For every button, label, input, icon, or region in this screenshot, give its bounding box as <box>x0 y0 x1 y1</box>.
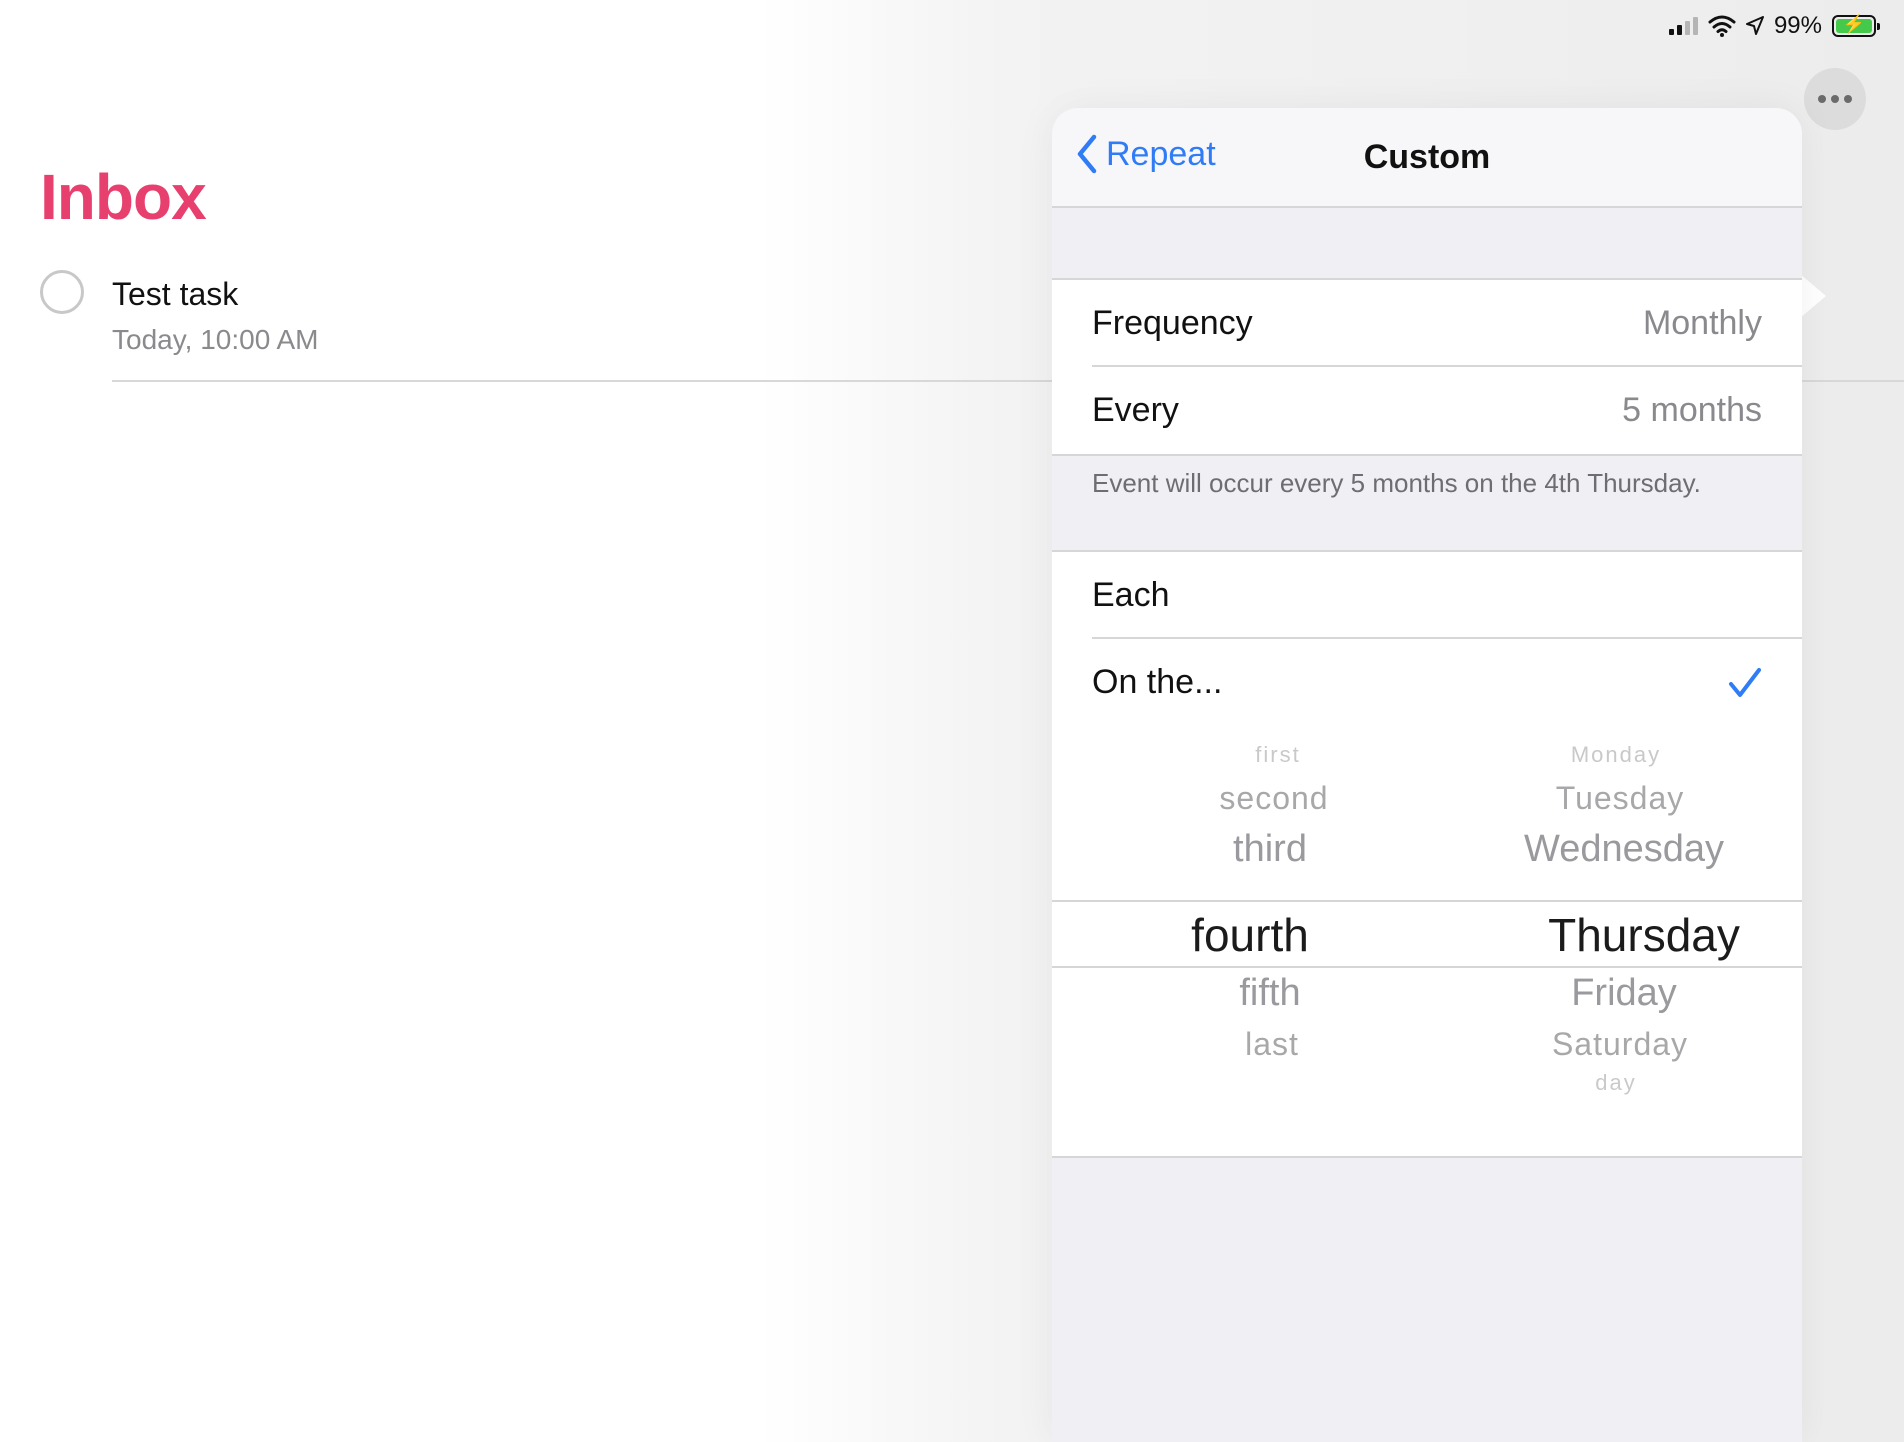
charging-bolt-icon: ⚡ <box>1842 14 1866 34</box>
picker-selected-option[interactable]: Thursday <box>1548 908 1740 962</box>
recurrence-summary: Event will occur every 5 months on the 4… <box>1092 468 1701 498</box>
ordinal-weekday-picker[interactable]: first second third fourth fifth last Mon… <box>1052 724 1802 1158</box>
picker-selected-option[interactable]: fourth <box>1191 908 1309 962</box>
picker-option[interactable]: second <box>1219 780 1328 817</box>
picker-option[interactable]: third <box>1233 828 1307 871</box>
frequency-group: Frequency Monthly Every 5 months <box>1052 278 1802 456</box>
picker-option[interactable]: fifth <box>1239 972 1300 1015</box>
mode-option-label: Each <box>1092 576 1170 614</box>
location-icon <box>1745 16 1764 35</box>
mode-option-on-the[interactable]: On the... <box>1052 639 1802 726</box>
battery-icon: ⚡ <box>1832 14 1880 37</box>
every-label: Every <box>1092 391 1179 429</box>
picker-option[interactable]: Saturday <box>1552 1026 1688 1063</box>
more-options-button[interactable] <box>1804 68 1866 130</box>
frequency-label: Frequency <box>1092 304 1253 342</box>
every-value: 5 months <box>1622 391 1762 429</box>
picker-option[interactable]: Monday <box>1571 742 1661 768</box>
picker-option[interactable]: day <box>1595 1070 1636 1096</box>
frequency-row[interactable]: Frequency Monthly <box>1052 280 1802 367</box>
popover-nav-bar: Repeat Custom <box>1052 108 1802 208</box>
task-title[interactable]: Test task <box>112 276 238 313</box>
custom-repeat-popover: Repeat Custom Frequency Monthly Every 5 … <box>1052 108 1802 1442</box>
status-bar: 99% ⚡ <box>1668 8 1880 44</box>
task-due-date: Today, 10:00 AM <box>112 324 319 355</box>
frequency-value: Monthly <box>1642 304 1762 342</box>
task-complete-checkbox[interactable] <box>40 270 84 314</box>
picker-option[interactable]: Wednesday <box>1524 828 1724 871</box>
popover-title: Custom <box>1363 138 1491 176</box>
signal-icon <box>1668 17 1698 35</box>
picker-option[interactable]: Tuesday <box>1556 780 1685 817</box>
wifi-icon <box>1708 15 1736 37</box>
every-row[interactable]: Every 5 months <box>1052 367 1802 454</box>
picker-option[interactable]: Friday <box>1571 972 1677 1015</box>
picker-option[interactable]: first <box>1255 742 1300 768</box>
popover-arrow <box>1800 274 1826 318</box>
picker-option[interactable]: last <box>1245 1026 1299 1063</box>
checkmark-icon <box>1729 667 1761 697</box>
mode-group: Each On the... <box>1052 550 1802 728</box>
battery-percent: 99% <box>1773 12 1822 39</box>
mode-option-each[interactable]: Each <box>1052 552 1802 639</box>
mode-option-label: On the... <box>1092 663 1223 701</box>
page-title: Inbox <box>40 161 207 233</box>
